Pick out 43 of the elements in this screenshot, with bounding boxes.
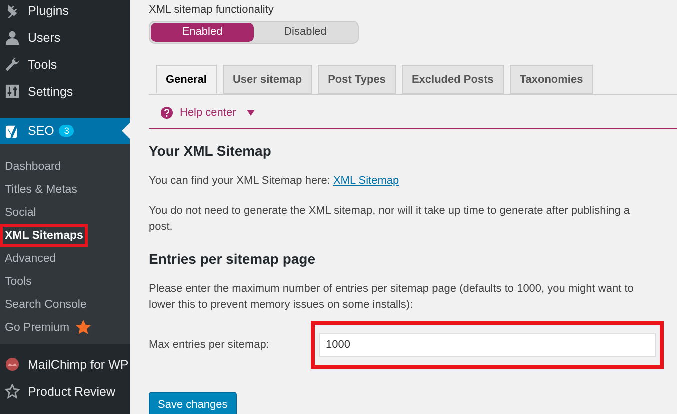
star-outline-icon — [5, 384, 20, 399]
tab[interactable]: User sitemap — [222, 65, 312, 94]
menu-item[interactable]: Users — [0, 23, 130, 52]
help-icon — [161, 107, 173, 119]
tab[interactable]: General — [156, 65, 217, 94]
submenu-item[interactable]: XML Sitemaps — [5, 230, 84, 242]
paragraph: Please enter the maximum number of entries per sitemap page (defaults to 1000, you might want to lower this to prevent memory issues on some installs): — [149, 282, 635, 313]
tab[interactable]: Excluded Posts — [402, 65, 504, 94]
settings-icon — [5, 84, 20, 99]
caret-icon[interactable] — [247, 110, 256, 116]
paragraph: You can find your XML Sitemap here: XML Sitemap — [149, 174, 400, 189]
field-label: Max entries per sitemap: — [149, 339, 270, 351]
toggle-option[interactable]: Enabled — [151, 23, 254, 42]
user-icon — [5, 30, 20, 45]
submenu-item[interactable]: Go Premium — [5, 322, 70, 334]
toggle-option[interactable]: Disabled — [254, 23, 357, 42]
count-badge: 3 — [59, 125, 74, 137]
tab[interactable]: Taxonomies — [510, 65, 594, 94]
submenu-item[interactable]: Advanced — [5, 252, 56, 264]
submenu-item[interactable]: Dashboard — [5, 160, 62, 172]
tab[interactable]: Post Types — [318, 65, 396, 94]
section-heading: Entries per sitemap page — [149, 251, 317, 267]
save-button[interactable]: Save changes — [149, 392, 237, 414]
setting-label: XML sitemap functionality — [149, 4, 275, 16]
submenu-item[interactable]: Social — [5, 206, 36, 218]
submenu-item[interactable]: Tools — [5, 276, 32, 288]
help-center-link[interactable]: Help center — [180, 107, 236, 119]
menu-item[interactable]: Settings — [0, 77, 130, 106]
submenu-item[interactable]: Search Console — [5, 298, 87, 310]
monkey-icon — [5, 357, 20, 372]
menu-item[interactable]: SEO 3 — [0, 118, 130, 144]
menu-item[interactable]: Tools — [0, 50, 130, 79]
menu-item[interactable]: MailChimp for WP — [0, 350, 130, 379]
submenu-item[interactable]: Titles & Metas — [5, 184, 78, 196]
wrench-icon — [5, 57, 20, 72]
menu-item[interactable]: Plugins — [0, 0, 130, 25]
section-heading: Your XML Sitemap — [149, 143, 272, 159]
input-field[interactable]: 1000 — [319, 333, 656, 357]
menu-item[interactable]: Product Review — [0, 377, 130, 406]
sitemap-link[interactable]: XML Sitemap — [333, 175, 400, 187]
paragraph: You do not need to generate the XML sitemap, nor will it take up time to generate after publishing a post. — [149, 204, 632, 235]
yoast-icon — [5, 124, 20, 138]
plug-icon — [5, 3, 20, 18]
